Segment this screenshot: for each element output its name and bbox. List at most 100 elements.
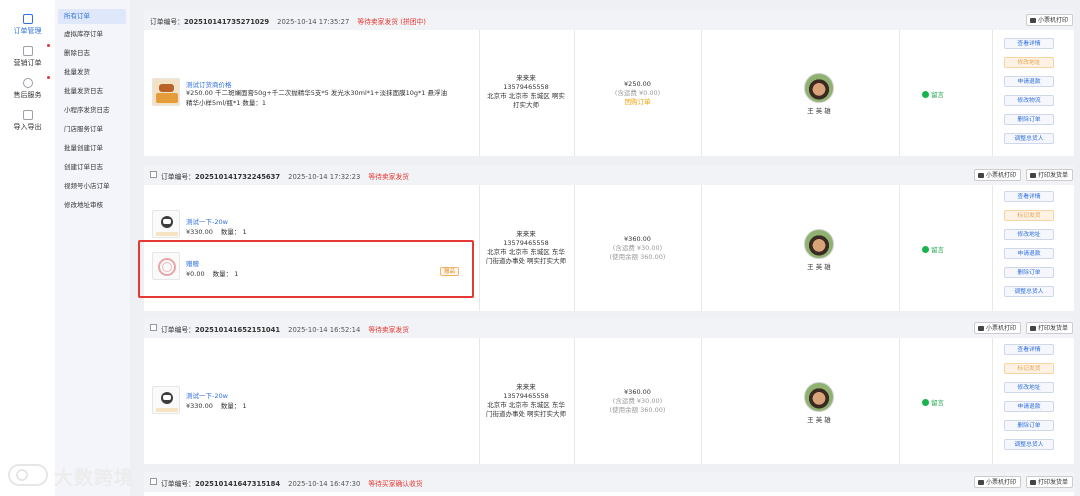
sidebar-item-after-sales[interactable]: 售后服务 [0, 78, 55, 100]
product-price-qty: ¥330.00 数量： 1 [186, 402, 247, 410]
sidebar-item-orders[interactable]: 订单管理 [0, 14, 55, 36]
submenu-batch-create-orders[interactable]: 批量创建订单 [58, 141, 126, 156]
delete-order-button[interactable]: 删除订单 [1004, 267, 1054, 278]
buyer[interactable]: 王 英 雄 [804, 382, 834, 424]
submenu-store-service-orders[interactable]: 门店服务订单 [58, 122, 126, 137]
printer-icon [1030, 325, 1036, 331]
edit-address-button[interactable]: 修改地址 [1004, 382, 1054, 393]
request-refund-button[interactable]: 申请退款 [1004, 401, 1054, 412]
edit-logistics-button[interactable]: 修改物流 [1004, 95, 1054, 106]
submenu-miniapp-ship-log[interactable]: 小程序发货日志 [58, 103, 126, 118]
order-status: 等待卖家发货 [368, 173, 410, 181]
print-receipt-button[interactable]: 小票机打印 [974, 322, 1022, 334]
order-price: ¥250.00 (含运费 ¥0.00) 团购订单 [574, 80, 701, 107]
order-header: 订单编号：202510141735271029 2025-10-14 17:35:… [144, 10, 1074, 30]
order-body: 测试订货商价格 ¥250.00 千二斑斓面膏50g+千二次抛精华5支*5 发光水… [144, 30, 1074, 156]
product-price-qty: ¥330.00 数量： 1 [186, 228, 247, 236]
sidebar-item-marketing[interactable]: 营销订单 [0, 46, 55, 68]
order-checkbox[interactable] [150, 171, 157, 178]
adjust-consignee-button[interactable]: 调整总货人 [1004, 133, 1054, 144]
mark-shipped-button[interactable]: 标记发货 [1004, 210, 1054, 221]
product-name-link[interactable]: 测试一下-20w [186, 390, 228, 400]
message-button[interactable]: 留言 [922, 244, 944, 254]
submenu-virtual-stock-orders[interactable]: 虚拟库存订单 [58, 27, 126, 42]
print-invoice-button[interactable]: 打印发货单 [1026, 169, 1074, 181]
submenu-delete-log[interactable]: 删除日志 [58, 46, 126, 61]
print-receipt-button[interactable]: 小票机打印 [974, 476, 1022, 488]
order-actions: 查看详情 标记发货 修改地址 申请退款 删除订单 调整总货人 [1004, 344, 1054, 458]
avatar [804, 382, 834, 412]
order-price: ¥360.00 (含运费 ¥30.00) (使用余额 360.00) [609, 388, 666, 414]
order-status: 等待买家确认收货 [368, 480, 423, 488]
order-actions: 查看详情 标记发货 修改地址 申请退款 删除订单 调整总货人 [1004, 191, 1054, 305]
product-name-link[interactable]: 测试一下-20w [186, 216, 228, 226]
order-number: 202510141735271029 [183, 18, 270, 26]
shipping-address: 来来来 13579465558 北京市 北京市 东城区 东华 门街道办事处 啊实打实大… [485, 383, 567, 418]
notification-dot [47, 44, 50, 47]
order-card: 订单编号：202510141735271029 2025-10-14 17:35:… [144, 10, 1074, 156]
view-details-button[interactable]: 查看详情 [1004, 344, 1054, 355]
product-image[interactable] [152, 210, 180, 238]
submenu-all-orders[interactable]: 所有订单 [58, 9, 126, 24]
order-header-line: 订单编号：202510141652151041 2025-10-14 16:52:… [161, 326, 410, 334]
request-refund-button[interactable]: 申请退款 [1004, 76, 1054, 87]
printer-icon [1030, 172, 1036, 178]
product-image[interactable] [152, 386, 180, 414]
delete-order-button[interactable]: 删除订单 [1004, 114, 1054, 125]
submenu-create-order-log[interactable]: 创建订单日志 [58, 160, 126, 175]
submenu: 所有订单 虚拟库存订单 删除日志 批量发货 批量发货日志 小程序发货日志 门店服… [55, 0, 130, 496]
message-button[interactable]: 留言 [922, 397, 944, 407]
sidebar-item-import-export[interactable]: 导入导出 [0, 110, 55, 132]
printer-icon [978, 325, 984, 331]
adjust-consignee-button[interactable]: 调整总货人 [1004, 286, 1054, 297]
watermark-text: 大数跨境 [54, 467, 135, 489]
edit-address-button[interactable]: 修改地址 [1004, 229, 1054, 240]
order-status: 等待卖家发货 [368, 326, 410, 334]
print-invoice-button[interactable]: 打印发货单 [1026, 476, 1074, 488]
shipping-address: 来来来 13579465558 北京市 北京市 东城区 东华 门街道办事处 啊实打实大… [485, 230, 567, 265]
edit-address-button[interactable]: 修改地址 [1004, 57, 1054, 68]
product-image[interactable] [152, 78, 180, 106]
submenu-batch-ship[interactable]: 批量发货 [58, 65, 126, 80]
view-details-button[interactable]: 查看详情 [1004, 191, 1054, 202]
print-receipt-button[interactable]: 小票机打印 [1026, 14, 1074, 26]
order-card: 订单编号：202510141647315184 2025-10-14 16:47:… [144, 472, 1074, 496]
order-time: 2025-10-14 17:35:27 [277, 18, 350, 26]
wechat-icon [922, 246, 929, 253]
request-refund-button[interactable]: 申请退款 [1004, 248, 1054, 259]
after-sales-icon [22, 78, 33, 88]
avatar [804, 73, 834, 103]
buyer[interactable]: 王 英 雄 [804, 229, 834, 271]
adjust-consignee-button[interactable]: 调整总货人 [1004, 439, 1054, 450]
order-checkbox[interactable] [150, 478, 157, 485]
buyer[interactable]: 王 英 雄 [804, 73, 834, 115]
submenu-batch-ship-log[interactable]: 批量发货日志 [58, 84, 126, 99]
submenu-address-review[interactable]: 修改地址审核 [58, 198, 126, 213]
view-details-button[interactable]: 查看详情 [1004, 38, 1054, 49]
group-order-tag: 团购订单 [624, 98, 651, 106]
order-number: 202510141732245637 [194, 173, 281, 181]
order-checkbox[interactable] [150, 324, 157, 331]
printer-icon [978, 172, 984, 178]
highlight-box [138, 240, 474, 298]
import-export-icon [22, 110, 33, 120]
order-header-line: 订单编号：202510141647315184 2025-10-14 16:47:… [161, 480, 423, 488]
wechat-icon [922, 91, 929, 98]
order-header: 订单编号：202510141652151041 2025-10-14 16:52:… [144, 318, 1074, 338]
printer-icon [978, 479, 984, 485]
printer-icon [1030, 479, 1036, 485]
order-number: 202510141652151041 [194, 326, 281, 334]
order-time: 2025-10-14 16:52:14 [288, 326, 361, 334]
shipping-address: 来来来 13579465558 北京市 北京市 东城区 啊实 打实大师 [487, 74, 565, 109]
order-header-line: 订单编号：202510141732245637 2025-10-14 17:32:… [161, 173, 410, 181]
wechat-icon [922, 399, 929, 406]
submenu-video-shop-orders[interactable]: 视频号小店订单 [58, 179, 126, 194]
avatar [804, 229, 834, 259]
message-button[interactable]: 留言 [922, 89, 944, 99]
print-invoice-button[interactable]: 打印发货单 [1026, 322, 1074, 334]
delete-order-button[interactable]: 删除订单 [1004, 420, 1054, 431]
order-time: 2025-10-14 16:47:30 [288, 480, 361, 488]
mark-shipped-button[interactable]: 标记发货 [1004, 363, 1054, 374]
print-receipt-button[interactable]: 小票机打印 [974, 169, 1022, 181]
order-price: ¥360.00 (含运费 ¥30.00) (使用余额 360.00) [609, 235, 666, 261]
